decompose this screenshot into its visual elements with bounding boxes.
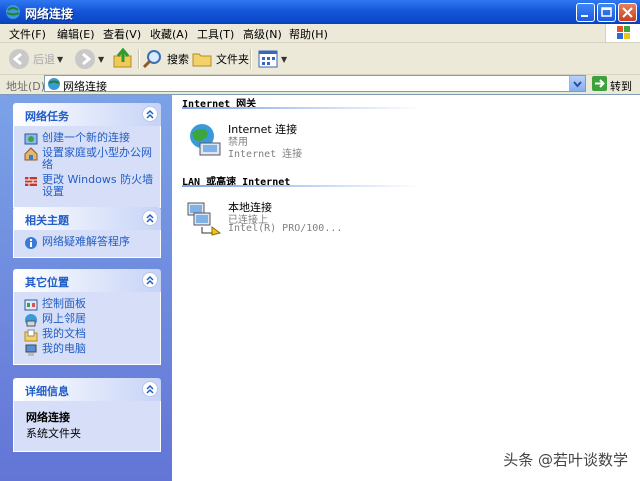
views-dropdown-icon[interactable]: ▼ — [281, 55, 287, 64]
details-name: 网络连接 — [26, 411, 70, 424]
home-network-icon — [24, 147, 38, 161]
toolbar: 后退 ▼ ▼ 搜索 文件夹 ▼ — [0, 43, 640, 75]
menu-bar: 文件(F) 编辑(E) 查看(V) 收藏(A) 工具(T) 高级(N) 帮助(H… — [0, 24, 640, 43]
network-places-icon — [24, 313, 38, 327]
task-pane: 网络任务 创建一个新的连接 设置家庭或小型办公网络 更改 Windows 防火墙… — [0, 95, 172, 481]
menu-favorites[interactable]: 收藏(A) — [150, 26, 188, 42]
place-my-computer[interactable]: 我的电脑 — [14, 342, 156, 357]
minimize-button[interactable] — [576, 3, 595, 22]
menu-help[interactable]: 帮助(H) — [289, 26, 328, 42]
place-label: 我的文档 — [42, 327, 86, 340]
other-places-header[interactable]: 其它位置 — [13, 269, 161, 292]
place-label: 我的电脑 — [42, 342, 86, 355]
maximize-button[interactable] — [597, 3, 616, 22]
folders-label: 文件夹 — [216, 53, 249, 66]
task-home-network[interactable]: 设置家庭或小型办公网络 — [14, 147, 156, 171]
group-divider — [182, 185, 422, 187]
toolbar-separator — [138, 49, 140, 69]
firewall-icon — [24, 174, 38, 188]
internet-gateway-icon — [186, 121, 224, 159]
content-area: 网络任务 创建一个新的连接 设置家庭或小型办公网络 更改 Windows 防火墙… — [0, 94, 640, 481]
toolbar-separator — [250, 49, 252, 69]
task-label: 创建一个新的连接 — [42, 131, 130, 144]
task-label: 网络疑难解答程序 — [42, 235, 130, 248]
address-input[interactable]: 网络连接 — [44, 75, 586, 94]
task-label: 设置家庭或小型办公网络 — [42, 146, 152, 171]
collapse-chevron-icon[interactable] — [142, 381, 158, 397]
folder-icon — [192, 53, 212, 67]
internet-connection-item[interactable]: Internet 连接 禁用 Internet 连接 — [186, 121, 336, 161]
menu-tools[interactable]: 工具(T) — [197, 26, 234, 42]
group-divider — [182, 107, 422, 109]
back-label: 后退 — [33, 53, 55, 66]
folders-button[interactable]: 文件夹 — [191, 47, 249, 71]
forward-button[interactable]: ▼ — [74, 47, 104, 71]
collapse-chevron-icon[interactable] — [142, 106, 158, 122]
go-arrow-icon[interactable] — [592, 76, 607, 91]
task-network-troubleshooter[interactable]: 网络疑难解答程序 — [14, 235, 156, 250]
network-connections-icon — [5, 4, 21, 20]
address-value: 网络连接 — [63, 80, 107, 93]
watermark-text: 头条 @若叶谈数学 — [503, 451, 628, 469]
network-tasks-header[interactable]: 网络任务 — [13, 103, 161, 126]
back-dropdown-icon[interactable]: ▼ — [57, 55, 63, 64]
title-bar[interactable]: 网络连接 — [0, 0, 640, 24]
local-area-connection-item[interactable]: 本地连接 已连接上 Intel(R) PRO/100... — [186, 199, 356, 239]
place-my-documents[interactable]: 我的文档 — [14, 327, 156, 342]
place-network-neighborhood[interactable]: 网上邻居 — [14, 312, 156, 327]
details-panel: 详细信息 网络连接 系统文件夹 — [13, 378, 161, 452]
other-places-panel: 其它位置 控制面板 网上邻居 我的文档 我的电脑 — [13, 269, 161, 365]
menu-edit[interactable]: 编辑(E) — [57, 26, 95, 42]
menu-view[interactable]: 查看(V) — [103, 26, 141, 42]
connection-device: Intel(R) PRO/100... — [228, 223, 343, 234]
close-button[interactable] — [618, 3, 637, 22]
place-label: 网上邻居 — [42, 312, 86, 325]
collapse-chevron-icon[interactable] — [142, 210, 158, 226]
panel-title: 其它位置 — [25, 276, 69, 289]
menu-advanced[interactable]: 高级(N) — [243, 26, 282, 42]
control-panel-icon — [24, 298, 38, 312]
file-list: Internet 网关 Internet 连接 禁用 Internet 连接 L… — [172, 95, 640, 481]
panel-title: 详细信息 — [25, 385, 69, 398]
network-connections-icon — [47, 77, 61, 94]
go-button[interactable]: 转到 — [610, 78, 632, 94]
task-create-connection[interactable]: 创建一个新的连接 — [14, 131, 156, 146]
details-type: 系统文件夹 — [26, 427, 81, 440]
task-firewall-settings[interactable]: 更改 Windows 防火墙设置 — [14, 174, 156, 198]
search-icon — [142, 50, 161, 69]
panel-title: 网络任务 — [25, 110, 69, 123]
up-folder-icon — [113, 48, 132, 68]
back-arrow-icon — [9, 49, 29, 69]
lan-connection-icon — [186, 199, 224, 237]
task-label: 更改 Windows 防火墙设置 — [42, 173, 154, 198]
my-documents-icon — [24, 328, 38, 342]
views-icon — [258, 50, 278, 68]
panel-title: 相关主题 — [25, 214, 69, 227]
network-tasks-panel: 网络任务 创建一个新的连接 设置家庭或小型办公网络 更改 Windows 防火墙… — [13, 103, 161, 208]
explorer-window: 网络连接 文件(F) 编辑(E) 查看(V) 收藏(A) 工具(T) 高级(N)… — [0, 0, 640, 481]
place-control-panel[interactable]: 控制面板 — [14, 297, 156, 312]
search-button[interactable]: 搜索 — [142, 47, 189, 71]
connection-device: Internet 连接 — [228, 149, 303, 160]
menu-file[interactable]: 文件(F) — [9, 26, 46, 42]
forward-arrow-icon — [75, 49, 95, 69]
back-button[interactable]: 后退 ▼ — [8, 47, 63, 71]
related-topics-header[interactable]: 相关主题 — [13, 207, 161, 230]
place-label: 控制面板 — [42, 297, 86, 310]
related-topics-panel: 相关主题 网络疑难解答程序 — [13, 207, 161, 258]
forward-dropdown-icon[interactable]: ▼ — [98, 55, 104, 64]
address-bar: 地址(D) 网络连接 转到 — [0, 75, 640, 93]
up-folder-button[interactable] — [112, 47, 134, 71]
search-label: 搜索 — [167, 53, 189, 66]
collapse-chevron-icon[interactable] — [142, 272, 158, 288]
address-label: 地址(D) — [6, 80, 46, 93]
new-connection-icon — [24, 132, 38, 146]
address-dropdown-icon[interactable] — [569, 76, 585, 91]
window-title: 网络连接 — [25, 7, 74, 21]
windows-logo-icon — [605, 24, 640, 42]
details-header[interactable]: 详细信息 — [13, 378, 161, 401]
help-info-icon — [24, 236, 38, 250]
views-button[interactable]: ▼ — [257, 47, 287, 71]
my-computer-icon — [24, 343, 38, 357]
